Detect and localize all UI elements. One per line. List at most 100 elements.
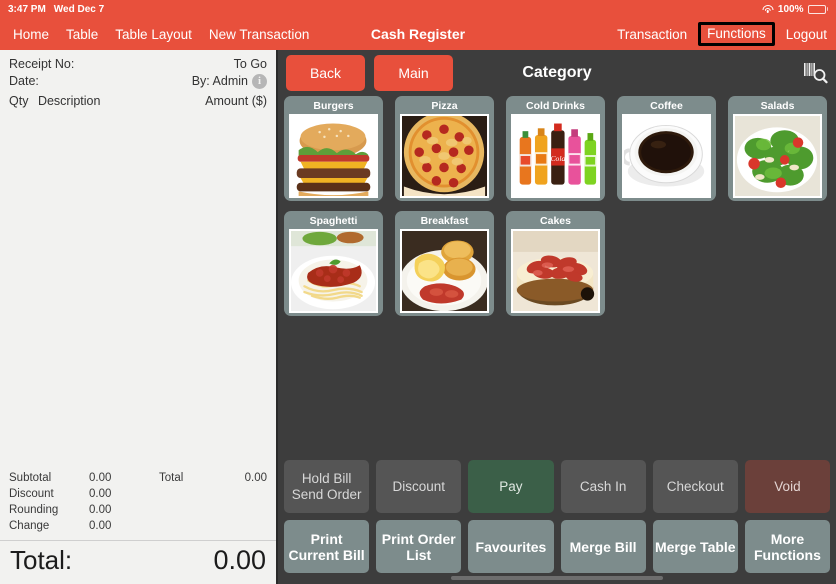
status-date: Wed Dec 7 bbox=[53, 3, 105, 15]
totals-row-rounding: Rounding 0.00 bbox=[9, 502, 267, 518]
action-row-secondary: Print Current Bill Print Order List Favour… bbox=[284, 520, 831, 573]
discount-value: 0.00 bbox=[89, 488, 112, 500]
nav-transaction[interactable]: Transaction bbox=[617, 27, 687, 42]
cash-in-button[interactable]: Cash In bbox=[560, 460, 646, 513]
nav-logout[interactable]: Logout bbox=[786, 27, 827, 42]
category-tile-salads[interactable]: Salads bbox=[728, 96, 827, 201]
receipt-no-row: Receipt No: To Go bbox=[9, 56, 267, 73]
action-button-area: Hold Bill Send Order Discount Pay Cash In… bbox=[278, 460, 836, 584]
battery-icon bbox=[807, 4, 828, 14]
category-label: Coffee bbox=[650, 100, 683, 112]
pay-button[interactable]: Pay bbox=[468, 460, 554, 513]
totals-row-subtotal: Subtotal 0.00 Total 0.00 bbox=[9, 470, 267, 486]
print-current-bill-button[interactable]: Print Current Bill bbox=[284, 520, 370, 573]
receipt-items-list[interactable] bbox=[0, 108, 276, 468]
favourites-button[interactable]: Favourites bbox=[468, 520, 554, 573]
receipt-col-description: Description bbox=[37, 94, 101, 108]
nav-functions[interactable]: Functions bbox=[698, 22, 775, 46]
status-bar-left: 3:47 PM Wed Dec 7 bbox=[8, 4, 104, 15]
category-tile-cold-drinks[interactable]: Cold Drinks Cola bbox=[506, 96, 605, 201]
category-tile-coffee[interactable]: Coffee bbox=[617, 96, 716, 201]
totals-row-discount: Discount 0.00 bbox=[9, 486, 267, 502]
discount-button[interactable]: Discount bbox=[376, 460, 462, 513]
nav-new-transaction[interactable]: New Transaction bbox=[209, 27, 310, 42]
receipt-date-row: Date: By: Admin i bbox=[9, 73, 267, 90]
category-label: Spaghetti bbox=[309, 215, 358, 227]
category-empty-space bbox=[278, 316, 836, 460]
receipt-panel: Receipt No: To Go Date: By: Admin i Qty … bbox=[0, 50, 278, 584]
nav-right-group: Transaction Functions Logout bbox=[617, 18, 827, 50]
coffee-photo bbox=[622, 114, 711, 198]
grand-total-value: 0.00 bbox=[213, 545, 266, 575]
receipt-col-group-left: Qty Description bbox=[9, 94, 100, 108]
top-navigation-bar: Home Table Table Layout New Transaction … bbox=[0, 18, 836, 50]
category-panel: Back Main Category Burgers Pizza Cold Dr… bbox=[278, 50, 836, 584]
pos-app-window: 3:47 PM Wed Dec 7 100% Home Table Table … bbox=[0, 0, 836, 584]
category-grid: Burgers Pizza Cold Drinks Cola Coffee Sa… bbox=[278, 96, 836, 316]
status-time: 3:47 PM bbox=[8, 3, 46, 15]
status-bar-right: 100% bbox=[762, 4, 828, 15]
order-type-badge[interactable]: To Go bbox=[234, 56, 267, 73]
receipt-header: Receipt No: To Go Date: By: Admin i bbox=[0, 50, 276, 90]
receipt-col-qty: Qty bbox=[9, 94, 29, 108]
subtotal-value: 0.00 bbox=[89, 472, 112, 484]
merge-table-button[interactable]: Merge Table bbox=[652, 520, 738, 573]
nav-left-group: Home Table Table Layout New Transaction bbox=[0, 27, 309, 42]
merge-bill-button[interactable]: Merge Bill bbox=[560, 520, 646, 573]
receipt-operator: By: Admin i bbox=[192, 73, 267, 90]
change-value: 0.00 bbox=[89, 520, 112, 532]
wifi-icon bbox=[762, 4, 774, 14]
change-label: Change bbox=[9, 520, 50, 532]
void-button[interactable]: Void bbox=[744, 460, 831, 513]
side-total-value: 0.00 bbox=[244, 472, 267, 484]
back-button[interactable]: Back bbox=[286, 55, 365, 91]
totals-row-change: Change 0.00 bbox=[9, 518, 267, 534]
category-label: Salads bbox=[760, 100, 795, 112]
category-tile-breakfast[interactable]: Breakfast bbox=[395, 211, 494, 316]
main-button[interactable]: Main bbox=[374, 55, 453, 91]
category-label: Pizza bbox=[431, 100, 458, 112]
nav-home[interactable]: Home bbox=[13, 27, 49, 42]
cake-photo bbox=[511, 229, 600, 313]
receipt-date-label: Date: bbox=[9, 74, 39, 88]
salad-photo bbox=[733, 114, 822, 198]
category-tile-pizza[interactable]: Pizza bbox=[395, 96, 494, 201]
category-label: Burgers bbox=[313, 100, 354, 112]
category-tile-burgers[interactable]: Burgers bbox=[284, 96, 383, 201]
pizza-photo bbox=[400, 114, 489, 198]
main-body: Receipt No: To Go Date: By: Admin i Qty … bbox=[0, 50, 836, 584]
battery-percent-label: 100% bbox=[777, 3, 804, 15]
category-tile-spaghetti[interactable]: Spaghetti bbox=[284, 211, 383, 316]
receipt-col-amount: Amount ($) bbox=[205, 94, 267, 108]
side-total-label: Total bbox=[159, 472, 184, 484]
subtotal-label: Subtotal bbox=[9, 472, 52, 484]
receipt-totals: Subtotal 0.00 Total 0.00 Discount 0.00 R… bbox=[0, 468, 276, 534]
checkout-button[interactable]: Checkout bbox=[652, 460, 738, 513]
nav-table-layout[interactable]: Table Layout bbox=[115, 27, 192, 42]
receipt-operator-label: By: Admin bbox=[191, 74, 248, 88]
nav-table[interactable]: Table bbox=[66, 27, 98, 42]
category-toolbar: Back Main Category bbox=[278, 50, 836, 96]
breakfast-photo bbox=[400, 229, 489, 313]
grand-total-row: Total: 0.00 bbox=[0, 540, 276, 584]
info-icon[interactable]: i bbox=[252, 74, 267, 89]
barcode-search-icon[interactable] bbox=[802, 60, 828, 86]
receipt-no-label: Receipt No: bbox=[9, 57, 75, 71]
category-label: Breakfast bbox=[420, 215, 469, 227]
cold-drinks-photo: Cola bbox=[511, 114, 600, 198]
action-row-primary: Hold Bill Send Order Discount Pay Cash In… bbox=[284, 460, 831, 513]
home-indicator bbox=[451, 576, 663, 580]
category-tile-cakes[interactable]: Cakes bbox=[506, 211, 605, 316]
burger-photo bbox=[289, 114, 378, 198]
rounding-label: Rounding bbox=[9, 504, 59, 516]
spaghetti-photo bbox=[289, 229, 378, 313]
discount-label: Discount bbox=[9, 488, 54, 500]
category-label: Cold Drinks bbox=[526, 100, 585, 112]
rounding-value: 0.00 bbox=[89, 504, 112, 516]
more-functions-button[interactable]: More Functions bbox=[744, 520, 831, 573]
print-order-list-button[interactable]: Print Order List bbox=[376, 520, 462, 573]
category-label: Cakes bbox=[540, 215, 571, 227]
receipt-column-headers: Qty Description Amount ($) bbox=[0, 90, 276, 108]
svg-text:Cola: Cola bbox=[550, 154, 565, 163]
hold-bill-send-order-button[interactable]: Hold Bill Send Order bbox=[284, 460, 370, 513]
